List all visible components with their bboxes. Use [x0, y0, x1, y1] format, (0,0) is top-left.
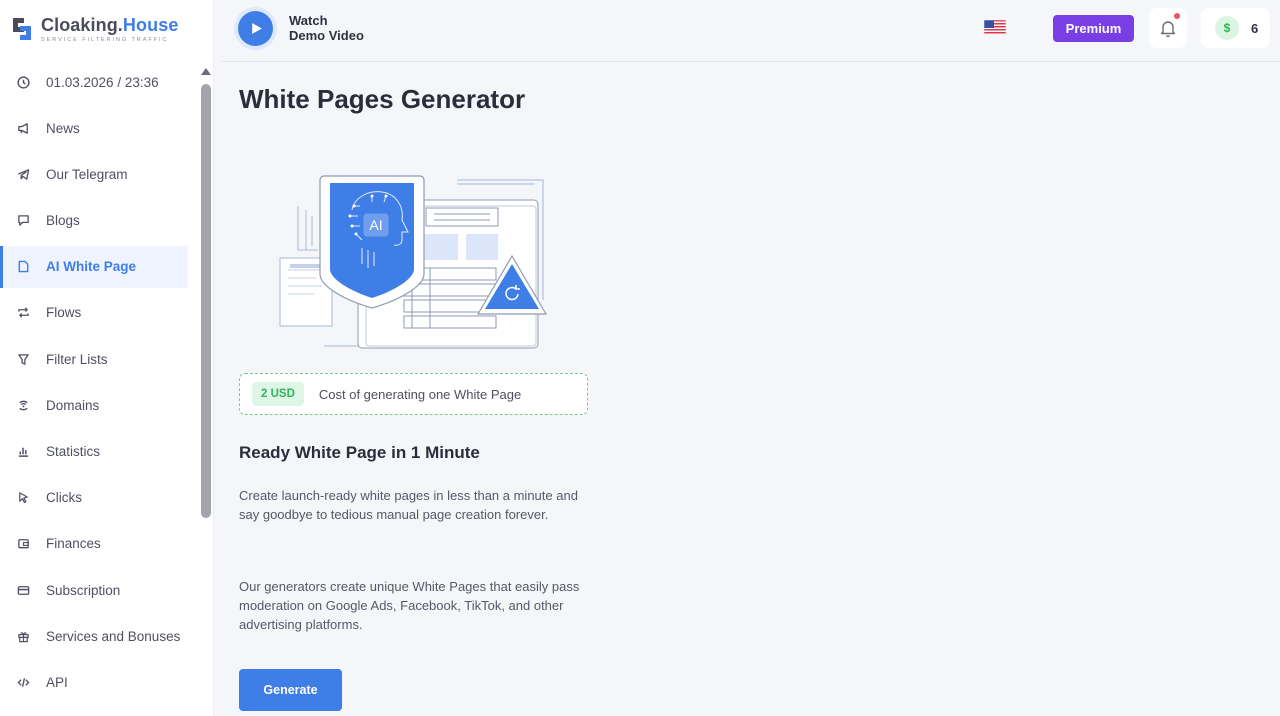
balance-widget[interactable]: $ 6	[1201, 8, 1270, 48]
brand-name: Cloaking.House	[41, 14, 179, 35]
code-icon	[17, 676, 30, 689]
card-icon	[17, 584, 30, 597]
play-icon	[252, 23, 262, 34]
details-paragraph: Our generators create unique White Pages…	[239, 579, 580, 632]
us-flag-icon[interactable]	[984, 20, 1006, 35]
bell-icon	[1160, 21, 1176, 38]
logo-mark-icon	[13, 18, 31, 40]
sidebar-item-api[interactable]: API	[0, 661, 190, 703]
sidebar-item-label: AI White Page	[46, 259, 137, 275]
brand-tagline: Service filtering traffic	[41, 36, 169, 43]
sidebar-item-label: Clicks	[46, 490, 82, 506]
sidebar: Cloaking.House Service filtering traffic…	[0, 0, 214, 716]
section-heading: Ready White Page in 1 Minute	[239, 443, 480, 462]
premium-button[interactable]: Premium	[1053, 15, 1134, 42]
scroll-up-arrow-icon[interactable]	[201, 68, 211, 75]
cost-badge: 2 USD	[252, 382, 304, 406]
megaphone-icon	[17, 122, 30, 135]
watch-line-1: Watch	[289, 13, 328, 28]
sidebar-item-label: Flows	[46, 305, 82, 321]
sidebar-nav: 01.03.2026 / 23:36 News Our Telegram Blo…	[0, 61, 190, 708]
intro-paragraph: Create launch-ready white pages in less …	[239, 488, 578, 522]
ai-badge-text: AI	[369, 217, 382, 233]
sidebar-item-label: Domains	[46, 397, 100, 413]
page-title: White Pages Generator	[239, 84, 526, 114]
sidebar-item-blogs[interactable]: Blogs	[0, 200, 190, 242]
sidebar-item-label: News	[46, 120, 80, 136]
sidebar-item-label: Our Telegram	[46, 166, 128, 182]
ai-white-page-illustration: AI	[279, 175, 548, 349]
sidebar-item-statistics[interactable]: Statistics	[0, 431, 190, 473]
sidebar-scrollbar[interactable]	[200, 66, 212, 716]
notifications-button[interactable]	[1149, 8, 1187, 48]
brand-logo[interactable]: Cloaking.House Service filtering traffic	[10, 12, 200, 46]
domains-icon	[17, 399, 30, 412]
generate-button[interactable]: Generate	[239, 669, 342, 711]
generation-cost-box: 2 USD Cost of generating one White Page	[239, 373, 588, 415]
scroll-thumb[interactable]	[201, 84, 211, 518]
dollar-icon: $	[1215, 16, 1239, 40]
balance-value: 6	[1251, 20, 1259, 36]
telegram-icon	[17, 168, 30, 181]
watch-demo-link[interactable]: Watch Demo Video	[289, 13, 364, 43]
cost-description: Cost of generating one White Page	[318, 386, 522, 402]
sidebar-item-datetime: 01.03.2026 / 23:36	[0, 61, 190, 103]
cursor-icon	[17, 491, 30, 504]
sidebar-item-label: Filter Lists	[46, 351, 108, 367]
sidebar-item-label: Subscription	[46, 582, 121, 598]
wallet-icon	[17, 537, 30, 550]
sidebar-item-clicks[interactable]: Clicks	[0, 477, 190, 519]
sidebar-item-domains[interactable]: Domains	[0, 384, 190, 426]
watch-line-2: Demo Video	[289, 28, 364, 43]
sidebar-item-ai-white-page[interactable]: AI White Page	[0, 245, 188, 288]
play-demo-button[interactable]	[238, 11, 273, 46]
sidebar-item-label: Blogs	[46, 213, 80, 229]
repeat-icon	[17, 306, 30, 319]
notification-dot	[1174, 13, 1180, 19]
chat-icon	[17, 214, 30, 227]
clock-icon	[17, 75, 30, 89]
sidebar-item-subscription[interactable]: Subscription	[0, 569, 190, 611]
sidebar-item-services-bonuses[interactable]: Services and Bonuses	[0, 615, 190, 657]
sidebar-item-filter-lists[interactable]: Filter Lists	[0, 338, 190, 380]
filter-icon	[17, 353, 30, 366]
page-icon	[17, 260, 30, 273]
sidebar-item-label: Statistics	[46, 444, 101, 459]
sidebar-item-label: Services and Bonuses	[46, 628, 181, 644]
sidebar-item-label: 01.03.2026 / 23:36	[46, 74, 159, 90]
top-header: Watch Demo Video Premium $ 6	[222, 0, 1280, 62]
sidebar-item-label: Finances	[46, 536, 101, 552]
sidebar-item-news[interactable]: News	[0, 107, 190, 149]
sidebar-item-finances[interactable]: Finances	[0, 523, 190, 565]
gift-icon	[17, 630, 30, 643]
sidebar-item-label: API	[46, 674, 68, 690]
sidebar-item-flows[interactable]: Flows	[0, 292, 190, 334]
sidebar-item-telegram[interactable]: Our Telegram	[0, 153, 190, 195]
bar-chart-icon	[17, 445, 30, 458]
